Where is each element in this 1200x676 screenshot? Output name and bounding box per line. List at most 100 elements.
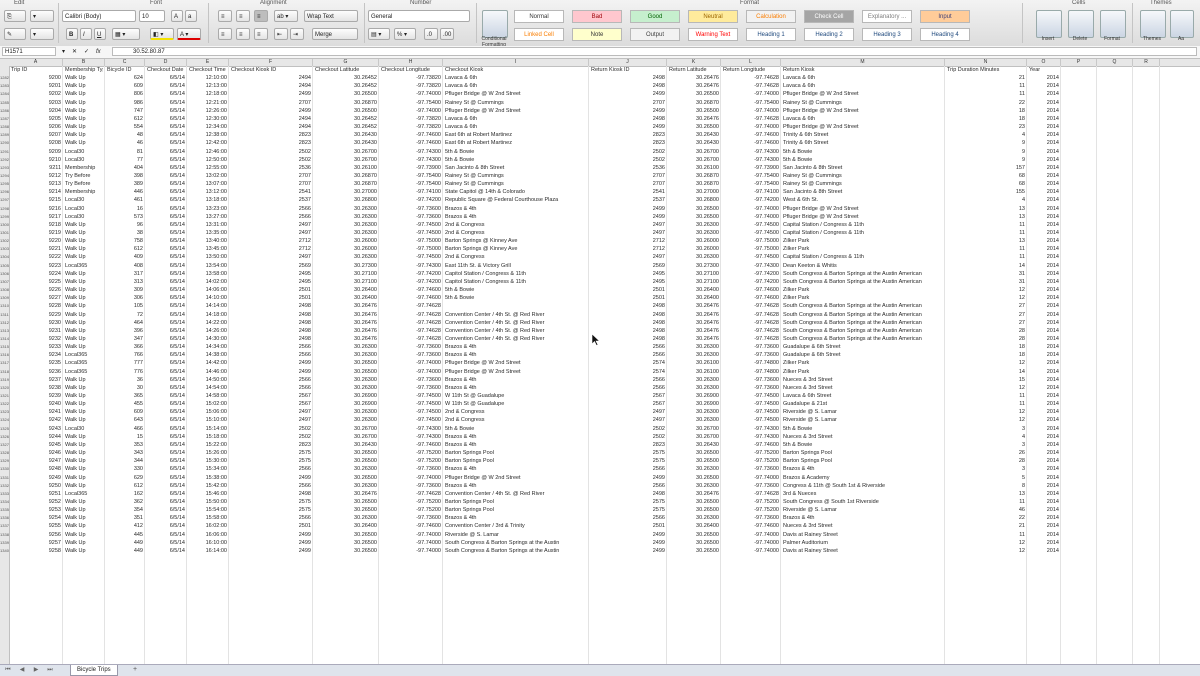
table-row[interactable]: 9257 Walk Up 449 6/5/14 16:10:00 2499 30.26500… (9, 539, 1200, 547)
column-title[interactable]: Checkout Kiosk ID (231, 66, 311, 74)
table-cell[interactable]: 2014 (1029, 148, 1059, 156)
table-cell[interactable]: Zilker Park (783, 294, 943, 302)
table-cell[interactable]: 30.26300 (315, 384, 377, 392)
table-cell[interactable]: 2541 (591, 188, 665, 196)
row-number[interactable]: 1284 (0, 90, 9, 98)
table-cell[interactable]: Convention Center / 4th St. @ Red River (445, 311, 587, 319)
table-row[interactable]: 9216 Local30 16 6/5/14 13:23:00 2566 30.26300-… (9, 205, 1200, 213)
table-row[interactable]: 9231 Walk Up 396 6/5/14 14:26:00 2498 30.26476… (9, 327, 1200, 335)
table-cell[interactable]: 2566 (231, 514, 311, 522)
table-cell[interactable]: State Capitol @ 14th & Colorado (445, 188, 587, 196)
table-cell[interactable]: 30.26700 (315, 148, 377, 156)
table-cell[interactable]: 2497 (591, 416, 665, 424)
table-cell[interactable]: 30.26000 (315, 245, 377, 253)
table-cell[interactable]: -97.73600 (723, 482, 779, 490)
table-cell[interactable]: 6/5/14 (147, 474, 185, 482)
row-number[interactable]: 1330 (0, 465, 9, 473)
prev-sheet-icon[interactable]: ◀ (16, 666, 28, 674)
table-cell[interactable]: 12 (947, 384, 1025, 392)
table-row[interactable]: 9209 Local30 81 6/5/14 12:46:00 2502 30.26700-… (9, 148, 1200, 156)
underline-button[interactable]: U (94, 28, 106, 40)
table-cell[interactable]: 6/5/14 (147, 457, 185, 465)
table-cell[interactable]: 2498 (231, 319, 311, 327)
table-cell[interactable]: Walk Up (65, 498, 103, 506)
table-cell[interactable]: 3 (947, 425, 1025, 433)
font-name-select[interactable]: Calibri (Body) (62, 10, 136, 22)
table-cell[interactable]: 2566 (591, 351, 665, 359)
table-cell[interactable]: 2499 (231, 368, 311, 376)
table-cell[interactable]: Try Before (65, 180, 103, 188)
table-cell[interactable]: 21 (947, 74, 1025, 82)
table-cell[interactable]: -97.74300 (381, 148, 441, 156)
table-cell[interactable]: -97.74600 (723, 286, 779, 294)
table-cell[interactable]: Capitol Station / Congress & 11th (445, 278, 587, 286)
row-number[interactable]: 1317 (0, 359, 9, 367)
table-cell[interactable]: Walk Up (65, 270, 103, 278)
table-cell[interactable]: Walk Up (65, 221, 103, 229)
table-cell[interactable]: Pfluger Bridge @ W 2nd Street (783, 90, 943, 98)
row-number[interactable]: 1297 (0, 196, 9, 204)
table-cell[interactable]: 2014 (1029, 465, 1059, 473)
table-cell[interactable]: 30.26430 (669, 139, 719, 147)
table-cell[interactable]: 6/5/14 (147, 498, 185, 506)
table-cell[interactable]: -97.74628 (723, 335, 779, 343)
table-cell[interactable]: West & 6th St. (783, 196, 943, 204)
table-cell[interactable]: Barton Springs Pool (445, 506, 587, 514)
table-row[interactable]: 9256 Walk Up 445 6/5/14 16:06:00 2499 30.26500… (9, 531, 1200, 539)
table-cell[interactable]: 30.26500 (669, 474, 719, 482)
table-cell[interactable]: 12:21:00 (189, 99, 227, 107)
table-cell[interactable]: 6/5/14 (147, 286, 185, 294)
table-row[interactable]: 9246 Walk Up 343 6/5/14 15:26:00 2575 30.26500… (9, 449, 1200, 457)
table-cell[interactable]: 30.26300 (669, 416, 719, 424)
table-cell[interactable]: 11 (947, 498, 1025, 506)
table-cell[interactable]: 5th & Bowie (445, 286, 587, 294)
table-cell[interactable]: 9208 (11, 139, 61, 147)
number-format-select[interactable]: General (368, 10, 470, 22)
column-title[interactable]: Return Kiosk (783, 66, 943, 74)
table-cell[interactable]: -97.74200 (723, 278, 779, 286)
row-number[interactable]: 1331 (0, 474, 9, 482)
table-cell[interactable]: 30.26300 (669, 376, 719, 384)
table-cell[interactable]: 806 (107, 90, 143, 98)
table-cell[interactable] (445, 302, 587, 310)
table-cell[interactable]: 105 (107, 302, 143, 310)
table-cell[interactable]: 2499 (591, 123, 665, 131)
table-cell[interactable]: -97.75200 (381, 506, 441, 514)
table-cell[interactable]: 2014 (1029, 531, 1059, 539)
table-cell[interactable]: 2498 (591, 74, 665, 82)
merge-button[interactable]: Merge (312, 28, 358, 40)
table-cell[interactable]: 30.26476 (669, 302, 719, 310)
table-cell[interactable]: -97.73820 (381, 123, 441, 131)
column-title[interactable]: Return Latitude (669, 66, 719, 74)
table-cell[interactable]: 2014 (1029, 441, 1059, 449)
table-cell[interactable]: 30.26500 (315, 547, 377, 555)
table-cell[interactable]: 11 (947, 229, 1025, 237)
table-cell[interactable]: 16:14:00 (189, 547, 227, 555)
table-cell[interactable]: 2014 (1029, 368, 1059, 376)
table-cell[interactable]: 14:02:00 (189, 278, 227, 286)
table-cell[interactable]: 2014 (1029, 74, 1059, 82)
table-cell[interactable]: Rainey St @ Cummings (783, 172, 943, 180)
column-title[interactable]: Membership Type (65, 66, 103, 74)
table-cell[interactable]: Barton Springs @ Kinney Ave (445, 245, 587, 253)
table-cell[interactable]: 30.26100 (315, 164, 377, 172)
table-cell[interactable]: 6/5/14 (147, 531, 185, 539)
table-cell[interactable]: 30.26700 (669, 148, 719, 156)
orientation-button[interactable]: ab ▾ (274, 10, 298, 22)
table-cell[interactable]: -97.74800 (723, 359, 779, 367)
table-cell[interactable]: Zilker Park (783, 368, 943, 376)
table-cell[interactable]: 15:38:00 (189, 474, 227, 482)
table-cell[interactable]: 2567 (591, 400, 665, 408)
table-cell[interactable]: Nueces & 3rd Street (783, 376, 943, 384)
table-cell[interactable]: 2014 (1029, 262, 1059, 270)
table-cell[interactable]: Brazos & 4th (445, 351, 587, 359)
table-cell[interactable]: 2014 (1029, 131, 1059, 139)
table-cell[interactable]: -97.74000 (381, 90, 441, 98)
table-cell[interactable]: 2566 (591, 384, 665, 392)
table-row[interactable]: 9224 Walk Up 317 6/5/14 13:58:00 2495 30.27100… (9, 270, 1200, 278)
table-cell[interactable]: 365 (107, 392, 143, 400)
row-number[interactable]: 1318 (0, 368, 9, 376)
table-cell[interactable]: 2498 (231, 327, 311, 335)
column-header-b[interactable]: B (63, 59, 105, 66)
table-cell[interactable]: 30.26500 (669, 123, 719, 131)
